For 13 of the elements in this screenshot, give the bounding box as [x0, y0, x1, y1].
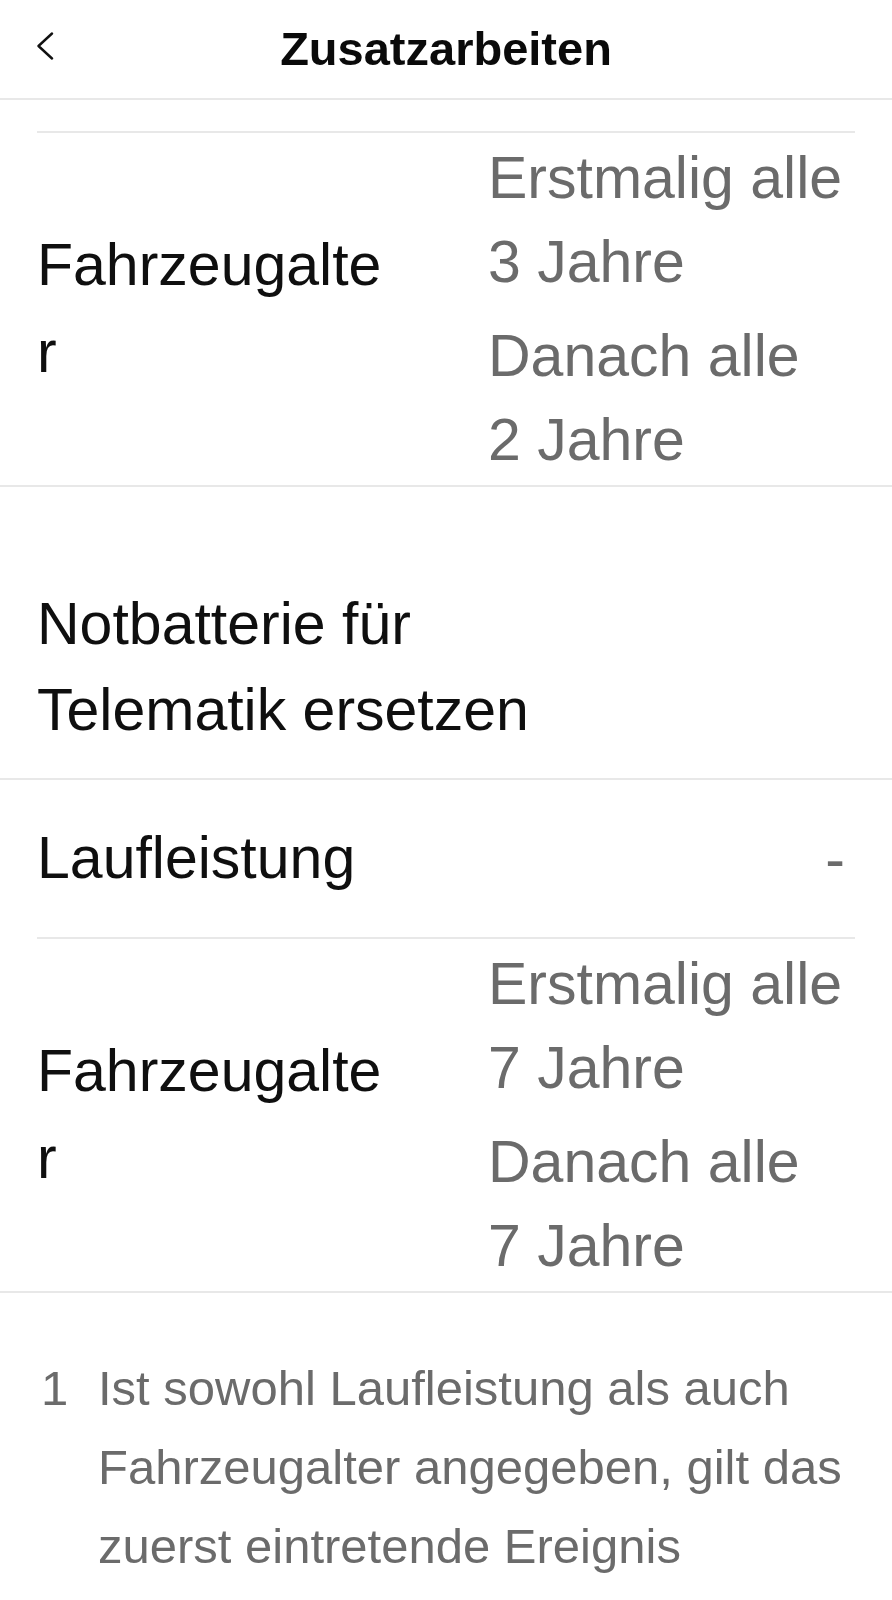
row-value: - [825, 824, 845, 894]
row-label: Fahrzeugalter [37, 1037, 383, 1193]
row-value: Danach alle 2 Jahre [488, 322, 801, 475]
chevron-left-icon [36, 32, 54, 60]
row-value: Erstmalig alle 3 Jahre [488, 144, 844, 297]
row-label: Laufleistung [37, 824, 357, 893]
row-label: Fahrzeugalter [37, 231, 383, 387]
footnote-text: Ist sowohl Laufleistung als auch Fahrzeugalter angegeben, gilt das zuerst eintretende Ereignis [98, 1360, 843, 1575]
section-heading: Notbatterie für Telematik ersetzen [37, 590, 530, 745]
row-value: Danach alle 7 Jahre [488, 1128, 801, 1281]
row-value: Erstmalig alle 7 Jahre [488, 950, 844, 1103]
page-title: Zusatzarbeiten [280, 21, 612, 77]
footnote-number: 1 [41, 1360, 70, 1417]
